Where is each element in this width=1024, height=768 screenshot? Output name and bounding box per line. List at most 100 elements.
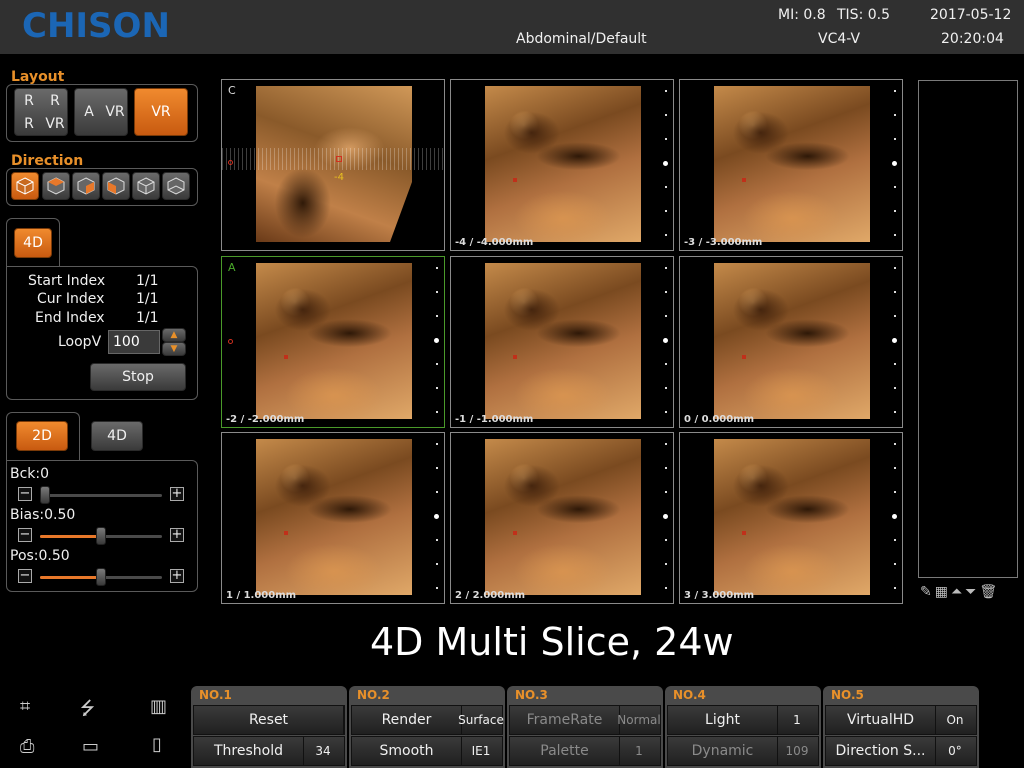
slice-tile[interactable]: -1 / -1.000mm (450, 256, 674, 428)
depth-tick (894, 114, 896, 116)
depth-scale (892, 90, 898, 240)
depth-tick (436, 587, 438, 589)
loopv-up-button[interactable]: ▲ (162, 328, 186, 342)
depth-tick (665, 267, 667, 269)
depth-tick (663, 161, 668, 166)
center-marker (513, 178, 517, 182)
slice-tile[interactable]: 3 / 3.000mm (679, 432, 903, 604)
slice-tile[interactable]: A -2 / -2.000mm (221, 256, 445, 428)
battery-icon: ▯ (152, 734, 162, 755)
depth-tick (894, 90, 896, 92)
slice-tile[interactable]: 2 / 2.000mm (450, 432, 674, 604)
tile-letter: A (228, 261, 236, 274)
cube-left-icon (107, 177, 125, 195)
bck-plus-button[interactable]: + (170, 487, 184, 501)
depth-tick (665, 315, 667, 317)
depth-tick (894, 315, 896, 317)
layout-dual-button[interactable]: A VR (74, 88, 128, 136)
slice-tile[interactable]: -3 / -3.000mm (679, 79, 903, 251)
pos-minus-button[interactable]: − (18, 569, 32, 583)
softkey-row-1[interactable]: Light 1 (667, 705, 819, 735)
bias-plus-button[interactable]: + (170, 528, 184, 542)
softkey-label: Smooth (352, 737, 462, 765)
double-chevron-down-icon[interactable]: ⏷ (965, 584, 976, 602)
depth-tick (434, 514, 439, 519)
grid-icon[interactable]: ▦ (935, 584, 948, 602)
slice-tile-c-view[interactable]: C -4 (221, 79, 445, 251)
tab-2d[interactable]: 2D (16, 421, 68, 451)
depth-tick (436, 387, 438, 389)
slice-tile[interactable]: 0 / 0.000mm (679, 256, 903, 428)
direction-left-button[interactable] (102, 172, 130, 200)
loopv-down-button[interactable]: ▼ (162, 342, 186, 356)
bias-label: Bias:0.50 (10, 507, 76, 523)
pos-slider[interactable] (40, 568, 162, 586)
depth-tick (436, 267, 438, 269)
pos-plus-button[interactable]: + (170, 569, 184, 583)
softkey-row-2[interactable]: Threshold 34 (193, 736, 345, 766)
depth-tick (436, 563, 438, 565)
tile-label: 1 / 1.000mm (226, 590, 297, 601)
tab-4d[interactable]: 4D (91, 421, 143, 451)
tile-label: 0 / 0.000mm (684, 414, 755, 425)
center-marker (513, 355, 517, 359)
storage-icon: ▥ (150, 696, 168, 717)
layout-single-vr-button[interactable]: VR (134, 88, 188, 136)
cube-right-icon (77, 177, 95, 195)
softkey-value: 0° (948, 744, 962, 758)
softkey-row-1[interactable]: FrameRate Normal (509, 705, 661, 735)
trash-icon[interactable]: 🗑 (979, 584, 997, 602)
quad-cell-3: R (24, 116, 34, 132)
depth-tick (436, 467, 438, 469)
cine-4d-tab[interactable]: 4D (14, 228, 52, 258)
direction-back-button[interactable] (132, 172, 160, 200)
depth-tick (894, 467, 896, 469)
bck-slider-thumb[interactable] (40, 486, 50, 504)
slice-tile[interactable]: 1 / 1.000mm (221, 432, 445, 604)
brush-icon[interactable]: ✎ (920, 584, 932, 602)
bck-slider[interactable] (40, 486, 162, 504)
depth-tick (894, 363, 896, 365)
direction-bottom-button[interactable] (162, 172, 190, 200)
loopv-input[interactable]: 100 (108, 330, 160, 354)
softkey-row-1[interactable]: Render Surface (351, 705, 504, 735)
softkey-row-2[interactable]: Direction S... 0° (825, 736, 977, 766)
slice-lines-overlay (222, 148, 444, 170)
slice-tile[interactable]: -4 / -4.000mm (450, 79, 674, 251)
softkey-row-2[interactable]: Dynamic 109 (667, 736, 819, 766)
cur-index-value: 1/1 (136, 291, 159, 307)
depth-tick (436, 291, 438, 293)
depth-tick (894, 210, 896, 212)
pos-slider-thumb[interactable] (96, 568, 106, 586)
depth-tick (894, 138, 896, 140)
depth-tick (894, 291, 896, 293)
mi-value: MI: 0.8 (778, 7, 826, 23)
preset-label: Abdominal/Default (516, 31, 647, 47)
softkey-row-1[interactable]: VirtualHD On (825, 705, 977, 735)
softkey-label: Dynamic (668, 737, 778, 765)
softkey-value: 34 (315, 744, 331, 758)
ultrasound-image (714, 263, 870, 419)
probe-label: VC4-V (818, 31, 861, 47)
double-chevron-up-icon[interactable]: ⏶ (951, 584, 962, 602)
depth-tick (436, 363, 438, 365)
softkey-row-2[interactable]: Smooth IE1 (351, 736, 503, 766)
direction-right-button[interactable] (72, 172, 100, 200)
triangle-up-icon: ▲ (170, 330, 178, 340)
usb-icon: ⭍ (80, 698, 95, 719)
direction-front-button[interactable] (11, 172, 39, 200)
center-marker (513, 531, 517, 535)
bias-minus-button[interactable]: − (18, 528, 32, 542)
softkey-row-1[interactable]: Reset (193, 705, 345, 735)
network-icon: ⌗ (20, 696, 31, 717)
softkey-row-2[interactable]: Palette 1 (509, 736, 661, 766)
bias-slider[interactable] (40, 527, 162, 545)
bck-minus-button[interactable]: − (18, 487, 32, 501)
direction-top-button[interactable] (42, 172, 70, 200)
layout-quad-button[interactable]: R R R VR (14, 88, 68, 136)
stop-button[interactable]: Stop (90, 363, 186, 391)
tile-label: -3 / -3.000mm (684, 237, 763, 248)
bias-slider-thumb[interactable] (96, 527, 106, 545)
softkey-number: NO.5 (831, 688, 864, 702)
depth-tick (894, 539, 896, 541)
